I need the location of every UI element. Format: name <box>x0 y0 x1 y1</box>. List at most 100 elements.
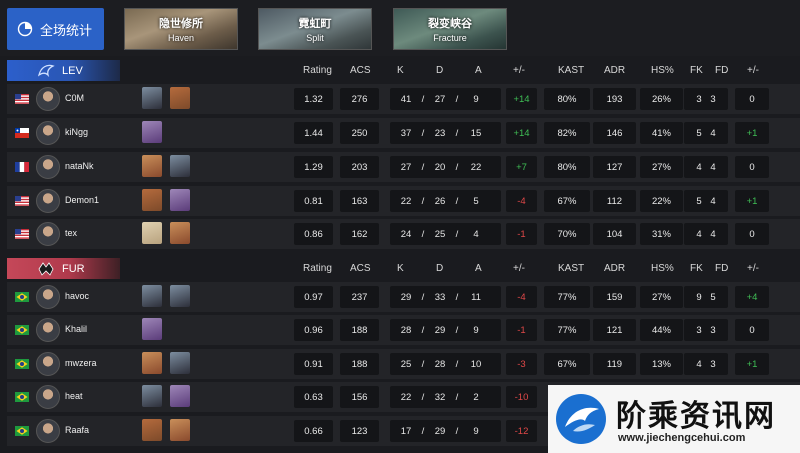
column-header[interactable]: KAST <box>558 263 584 274</box>
hs-value: 22% <box>640 190 683 212</box>
overall-stats-label: 全场统计 <box>40 22 93 38</box>
player-avatar <box>36 285 60 309</box>
fk-diff-value: 0 <box>735 156 769 178</box>
assists-value: 5 <box>473 195 479 207</box>
kda-box: 22 / 32 / 2 <box>390 386 501 408</box>
deaths-value: 20 <box>434 161 446 173</box>
agent-icon <box>170 189 190 211</box>
kda-box: 17 / 29 / 9 <box>390 420 501 442</box>
kast-value: 80% <box>544 88 590 110</box>
column-header[interactable]: FK <box>690 65 703 76</box>
player-row[interactable]: nataNk 1.29 203 27/20/22 +7 80% 127 27% 4 4 0 <box>7 152 800 182</box>
deaths-value: 32 <box>434 391 446 403</box>
column-header[interactable]: HS% <box>651 263 674 274</box>
column-header[interactable]: K <box>397 65 404 76</box>
assists-value: 4 <box>473 228 479 240</box>
bird-logo-icon <box>556 394 606 444</box>
agent-icon <box>170 419 190 441</box>
deaths-value: 25 <box>434 228 446 240</box>
player-name[interactable]: Khalil <box>65 324 87 334</box>
column-header[interactable]: Rating <box>303 263 332 274</box>
player-name[interactable]: havoc <box>65 291 89 301</box>
column-header[interactable]: ADR <box>604 65 625 76</box>
fk-fd-box: 33 <box>684 88 728 110</box>
stats-icon <box>17 21 33 37</box>
overall-stats-button[interactable]: 全场统计 <box>7 8 104 50</box>
watermark-url: www.jiechengcehui.com <box>618 432 746 444</box>
column-header[interactable]: ADR <box>604 263 625 274</box>
kda-separator: / <box>455 291 459 303</box>
kd-diff-value: -4 <box>506 190 537 212</box>
fk-diff-value: 0 <box>735 319 769 341</box>
fd-value: 5 <box>710 291 716 303</box>
player-name[interactable]: mwzera <box>65 358 97 368</box>
column-header[interactable]: A <box>475 65 482 76</box>
player-row[interactable]: kiNgg 1.44 250 37/23/15 +14 82% 146 41% 5 4 +1 <box>7 118 800 148</box>
fk-diff-value: +1 <box>735 122 769 144</box>
column-header[interactable]: ACS <box>350 263 371 274</box>
column-header[interactable]: FD <box>715 65 728 76</box>
column-header[interactable]: KAST <box>558 65 584 76</box>
map-tab-haven[interactable]: 隐世修所 Haven <box>124 8 238 50</box>
kda-box: 29 / 33 / 11 <box>390 286 501 308</box>
column-header[interactable]: FK <box>690 263 703 274</box>
player-name[interactable]: tex <box>65 228 77 238</box>
column-header[interactable]: HS% <box>651 65 674 76</box>
column-header[interactable]: +/- <box>513 65 525 76</box>
player-row[interactable]: Demon1 0.81 163 22/26/5 -4 67% 112 22% 5 4 +1 <box>7 186 800 216</box>
team-name: LEV <box>62 65 83 77</box>
map-tab-fracture[interactable]: 裂变峡谷 Fracture <box>393 8 507 50</box>
column-header[interactable]: +/- <box>747 65 759 76</box>
column-header[interactable]: +/- <box>513 263 525 274</box>
kda-box: 24 / 25 / 4 <box>390 223 501 245</box>
assists-value: 10 <box>470 358 482 370</box>
rating-value: 0.63 <box>294 386 333 408</box>
player-name[interactable]: nataNk <box>65 161 94 171</box>
fd-value: 4 <box>710 195 716 207</box>
player-name[interactable]: heat <box>65 391 83 401</box>
player-name[interactable]: C0M <box>65 93 84 103</box>
watermark: 阶乘资讯网 www.jiechengcehui.com <box>548 385 800 453</box>
kills-value: 27 <box>400 161 412 173</box>
column-header[interactable]: D <box>436 65 443 76</box>
column-header[interactable]: A <box>475 263 482 274</box>
flag-us-icon <box>15 229 29 239</box>
agent-icon <box>170 385 190 407</box>
player-name[interactable]: Demon1 <box>65 195 99 205</box>
map-name-cn: 裂变峡谷 <box>428 18 472 30</box>
column-header[interactable]: K <box>397 263 404 274</box>
acs-value: 203 <box>340 156 379 178</box>
fk-diff-value: +1 <box>735 190 769 212</box>
rating-value: 1.32 <box>294 88 333 110</box>
acs-value: 156 <box>340 386 379 408</box>
player-name[interactable]: kiNgg <box>65 127 88 137</box>
map-tab-split[interactable]: 霓虹町 Split <box>258 8 372 50</box>
column-header[interactable]: D <box>436 263 443 274</box>
player-row[interactable]: tex 0.86 162 24/25/4 -1 70% 104 31% 4 4 0 <box>7 219 800 249</box>
player-row[interactable]: mwzera 0.91 188 25/28/10 -3 67% 119 13% 4 3 +1 <box>7 349 800 379</box>
column-header[interactable]: Rating <box>303 65 332 76</box>
deaths-value: 33 <box>434 291 446 303</box>
deaths-value: 29 <box>434 324 446 336</box>
player-avatar <box>36 419 60 443</box>
hs-value: 44% <box>640 319 683 341</box>
kast-value: 77% <box>544 286 590 308</box>
player-avatar <box>36 87 60 111</box>
player-row[interactable]: Khalil 0.96 188 28/29/9 -1 77% 121 44% 3 3 0 <box>7 315 800 345</box>
kills-value: 25 <box>400 358 412 370</box>
deaths-value: 28 <box>434 358 446 370</box>
assists-value: 11 <box>471 291 481 303</box>
column-header[interactable]: FD <box>715 263 728 274</box>
player-row[interactable]: havoc 0.97 237 29/33/11 -4 77% 159 27% 9 5 +4 <box>7 282 800 312</box>
kda-box: 28 / 29 / 9 <box>390 319 501 341</box>
deaths-value: 27 <box>434 93 446 105</box>
agent-icon <box>142 121 162 143</box>
column-header[interactable]: +/- <box>747 263 759 274</box>
player-name[interactable]: Raafa <box>65 425 89 435</box>
player-avatar <box>36 155 60 179</box>
player-row[interactable]: C0M 1.32 276 41/27/9 +14 80% 193 26% 3 3 0 <box>7 84 800 114</box>
rating-value: 0.91 <box>294 353 333 375</box>
column-header[interactable]: ACS <box>350 65 371 76</box>
team-header-lev: LEV Rating ACS K D A +/- KAST ADR HS% FK FD +/- <box>0 58 800 82</box>
assists-value: 9 <box>473 93 479 105</box>
